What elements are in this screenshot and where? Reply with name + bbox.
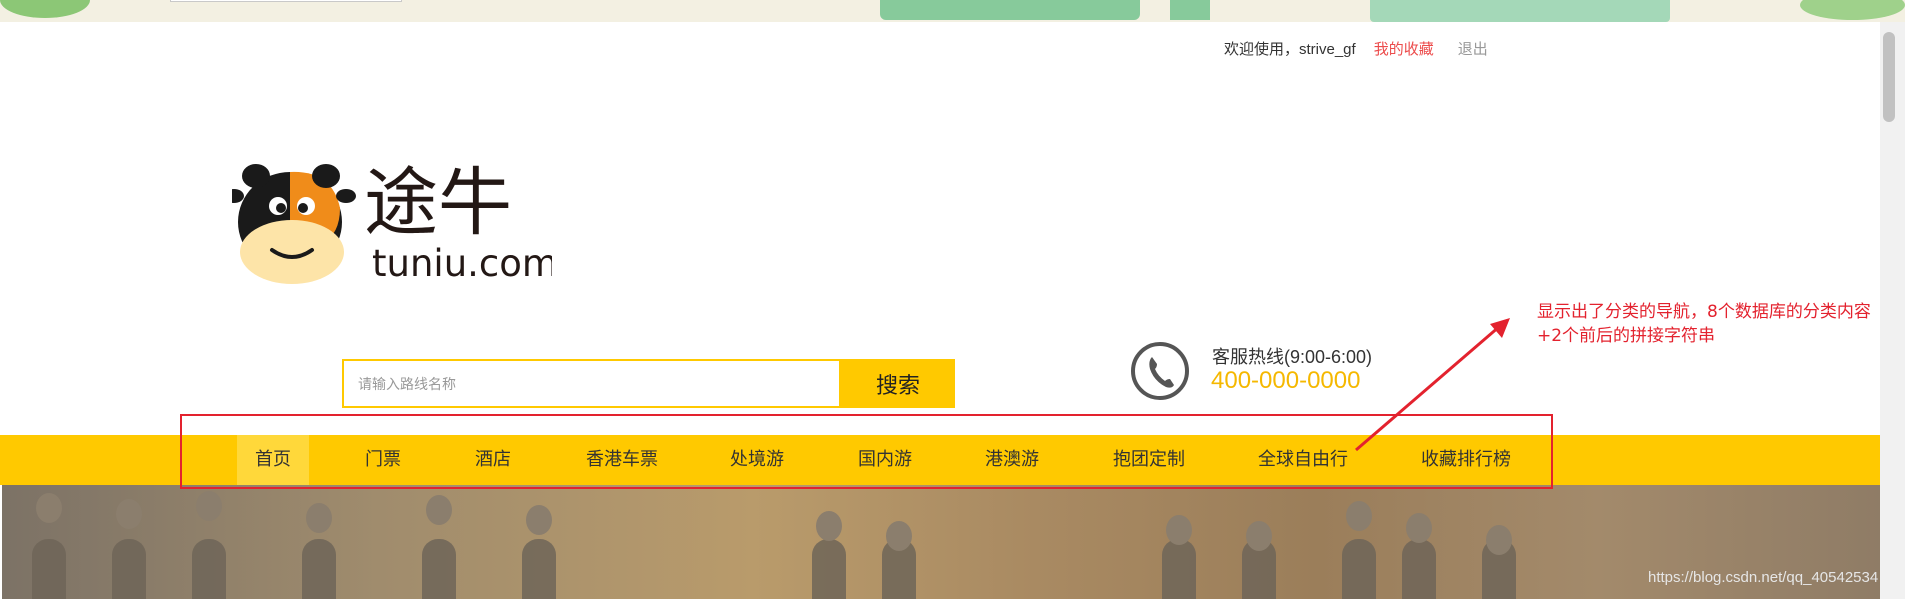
search-input[interactable] — [344, 361, 839, 406]
annotation-line-1: 显示出了分类的导航，8个数据库的分类内容 — [1537, 302, 1871, 322]
hotline-number: 400-000-0000 — [1211, 367, 1361, 394]
top-banner-image — [0, 0, 1905, 22]
phone-icon — [1131, 342, 1189, 400]
page: 欢迎使用，strive_gf 我的收藏 退出 途牛 tuniu.com 搜索 客… — [0, 0, 1905, 599]
user-bar: 欢迎使用，strive_gf 我的收藏 退出 — [1224, 38, 1488, 59]
annotation-arrow-icon — [1355, 318, 1510, 452]
annotation-text: 显示出了分类的导航，8个数据库的分类内容 +2个前后的拼接字符串 — [1537, 300, 1871, 348]
hero-terracotta-image — [2, 485, 1880, 599]
search-button[interactable]: 搜索 — [841, 359, 955, 408]
search-box — [342, 359, 841, 408]
scrollbar-thumb[interactable] — [1883, 32, 1895, 122]
logo-brand-cn: 途牛 — [364, 160, 512, 246]
annotation-line-2: +2个前后的拼接字符串 — [1537, 326, 1716, 346]
watermark: https://blog.csdn.net/qq_40542534 — [1648, 569, 1879, 586]
my-favorites-link[interactable]: 我的收藏 — [1374, 38, 1434, 59]
logout-link[interactable]: 退出 — [1458, 38, 1488, 59]
tuniu-logo[interactable]: 途牛 tuniu.com — [232, 148, 552, 288]
welcome-text: 欢迎使用，strive_gf — [1224, 41, 1356, 58]
logo-brand-en: tuniu.com — [372, 242, 552, 285]
vertical-scrollbar[interactable] — [1880, 22, 1905, 599]
